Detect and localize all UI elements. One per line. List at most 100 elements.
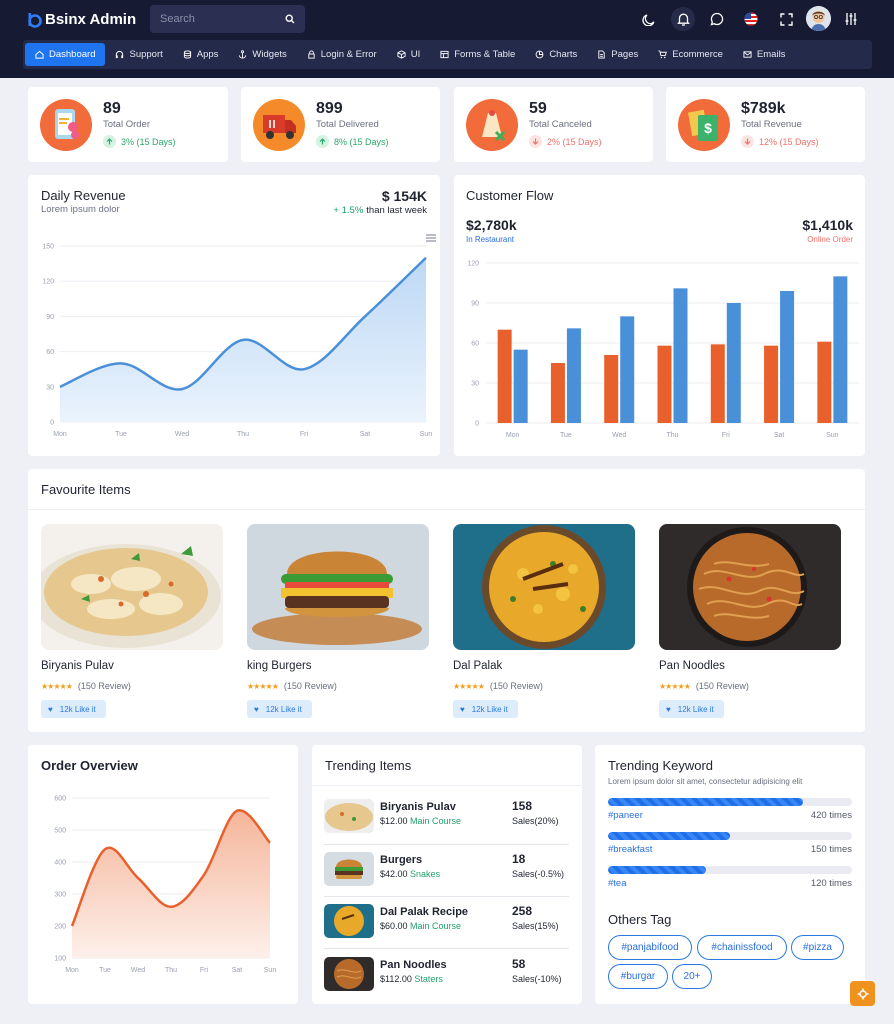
trend-count: 58 bbox=[512, 957, 526, 971]
x-tick-label: Mon bbox=[506, 432, 520, 439]
svg-text:$: $ bbox=[704, 120, 712, 136]
arrow-down-icon bbox=[741, 135, 754, 148]
nav-ecommerce[interactable]: Ecommerce bbox=[648, 43, 733, 66]
favourite-item[interactable]: king Burgers ★★★★★ (150 Review) ♥ 12k Like… bbox=[247, 524, 429, 718]
x-tick-label: Thu bbox=[666, 432, 678, 439]
nav-pages[interactable]: Pages bbox=[587, 43, 648, 66]
price: $60.00 bbox=[380, 921, 408, 931]
stat-value: 59 bbox=[529, 100, 547, 117]
cart-icon bbox=[658, 50, 668, 59]
data-point bbox=[104, 848, 106, 850]
favourite-item[interactable]: Biryanis Pulav ★★★★★ (150 Review) ♥ 12k Li… bbox=[41, 524, 223, 718]
tag-chip[interactable]: 20+ bbox=[672, 964, 712, 989]
us-flag-icon[interactable] bbox=[740, 8, 762, 30]
dal-palak-image bbox=[453, 524, 635, 650]
nav-label: Apps bbox=[196, 49, 219, 60]
bar bbox=[566, 328, 581, 423]
nav-emails[interactable]: Emails bbox=[733, 43, 796, 66]
x-tick-label: Fri bbox=[722, 432, 731, 439]
item-rating: ★★★★★ (150 Review) bbox=[41, 681, 131, 691]
x-tick-label: Wed bbox=[175, 431, 189, 438]
brand[interactable]: Bsinx Admin bbox=[26, 11, 136, 28]
trend-sales: Sales(-10%) bbox=[512, 974, 562, 984]
favourite-item[interactable]: Pan Noodles ★★★★★ (150 Review) ♥ 12k Like … bbox=[659, 524, 841, 718]
data-point bbox=[364, 315, 366, 317]
price: $42.00 bbox=[380, 869, 408, 879]
bar bbox=[673, 288, 688, 423]
stat-card-total-delivered: 899 Total Delivered 8% (15 Days) bbox=[241, 87, 440, 162]
search-box[interactable] bbox=[150, 5, 305, 33]
favourite-items-card: Favourite Items Biryanis Pulav ★★★★★ (150… bbox=[28, 469, 865, 732]
stat-label: Total Order bbox=[103, 119, 150, 130]
star-rating-icon: ★★★★★ bbox=[41, 681, 73, 691]
stat-card-total-canceled: 59 Total Canceled 2% (15 Days) bbox=[454, 87, 653, 162]
y-tick-label: 120 bbox=[467, 261, 479, 268]
data-point bbox=[71, 925, 73, 927]
trending-row[interactable]: Biryanis Pulav $12.00 Main Course 158 Sa… bbox=[324, 791, 569, 844]
like-count: 12k Like it bbox=[471, 704, 508, 714]
nav-charts[interactable]: Charts bbox=[525, 43, 587, 66]
data-point bbox=[59, 386, 61, 388]
item-name: Dal Palak bbox=[453, 660, 503, 672]
like-button[interactable]: ♥ 12k Like it bbox=[247, 700, 312, 718]
nav-ui[interactable]: UI bbox=[387, 43, 431, 66]
y-tick-label: 400 bbox=[54, 860, 66, 867]
trend-name: Pan Noodles bbox=[380, 959, 447, 971]
dark-mode-moon-icon[interactable] bbox=[638, 8, 660, 30]
trending-row[interactable]: Pan Noodles $112.00 Staters 58 Sales(-10… bbox=[324, 949, 569, 1002]
noodles-image bbox=[659, 524, 841, 650]
tag-chip[interactable]: #pizza bbox=[791, 935, 844, 960]
divider bbox=[312, 785, 582, 786]
nav-dashboard[interactable]: Dashboard bbox=[25, 43, 106, 66]
tag-chip[interactable]: #chainissfood bbox=[697, 935, 787, 960]
brand-logo-icon bbox=[28, 12, 42, 28]
settings-fab-button[interactable] bbox=[850, 981, 875, 1006]
nav-support[interactable]: Support bbox=[105, 43, 172, 66]
bar bbox=[780, 291, 795, 423]
bar bbox=[513, 349, 528, 423]
stat-value: 899 bbox=[316, 100, 343, 117]
y-tick-label: 30 bbox=[471, 381, 479, 388]
x-tick-label: Wed bbox=[131, 967, 145, 974]
nav-login-error[interactable]: Login & Error bbox=[297, 43, 387, 66]
revenue-cash-icon: $ bbox=[678, 99, 730, 151]
favourite-item[interactable]: Dal Palak ★★★★★ (150 Review) ♥ 12k Like it bbox=[453, 524, 635, 718]
trend-price: $12.00 Main Course bbox=[380, 816, 461, 826]
like-button[interactable]: ♥ 12k Like it bbox=[659, 700, 724, 718]
like-button[interactable]: ♥ 12k Like it bbox=[41, 700, 106, 718]
stat-change-text: 12% (15 Days) bbox=[759, 136, 819, 147]
tag-chip[interactable]: #burgar bbox=[608, 964, 668, 989]
y-tick-label: 90 bbox=[46, 314, 54, 321]
mail-icon bbox=[743, 51, 752, 58]
x-tick-label: Sun bbox=[264, 967, 277, 974]
tag-chip[interactable]: #panjabifood bbox=[608, 935, 692, 960]
search-input[interactable] bbox=[160, 13, 270, 25]
x-tick-label: Tue bbox=[99, 967, 111, 974]
price: $12.00 bbox=[380, 816, 408, 826]
like-button[interactable]: ♥ 12k Like it bbox=[453, 700, 518, 718]
fullscreen-icon[interactable] bbox=[775, 8, 797, 30]
settings-sliders-icon[interactable] bbox=[840, 8, 862, 30]
arrow-up-icon bbox=[316, 135, 329, 148]
trending-row[interactable]: Burgers $42.00 Snakes 18 Sales(-0.5%) bbox=[324, 844, 569, 897]
stat-label: Total Revenue bbox=[741, 119, 802, 130]
y-tick-label: 60 bbox=[471, 341, 479, 348]
bar bbox=[710, 344, 725, 423]
stat-label: Total Canceled bbox=[529, 119, 592, 130]
data-point bbox=[170, 906, 172, 908]
nav-label: UI bbox=[410, 49, 421, 60]
nav-forms-table[interactable]: Forms & Table bbox=[430, 43, 525, 66]
trending-row[interactable]: Dal Palak Recipe $60.00 Main Course 258 … bbox=[324, 896, 569, 949]
y-tick-label: 120 bbox=[42, 279, 54, 286]
trend-name: Biryanis Pulav bbox=[380, 801, 456, 813]
nav-label: Forms & Table bbox=[454, 49, 516, 60]
notification-bell-icon[interactable] bbox=[671, 7, 695, 31]
x-tick-label: Mon bbox=[65, 967, 79, 974]
nav-label: Pages bbox=[611, 49, 639, 60]
nav-apps[interactable]: Apps bbox=[173, 43, 229, 66]
user-avatar[interactable] bbox=[806, 6, 831, 31]
nav-widgets[interactable]: Widgets bbox=[228, 43, 296, 66]
nav-label: Widgets bbox=[252, 49, 287, 60]
search-icon[interactable] bbox=[285, 14, 295, 24]
chat-bubble-icon[interactable] bbox=[706, 8, 728, 30]
